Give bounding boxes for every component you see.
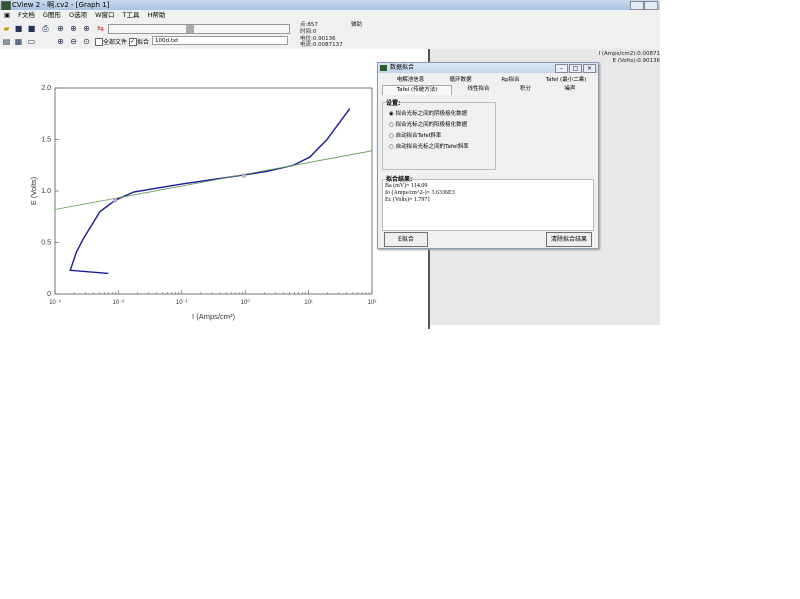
- title-bar: CView 2 - 啊.cv2 - [Graph 1]: [0, 0, 660, 11]
- x-tick-label: 10²: [368, 300, 377, 306]
- y-tick-label: 1.0: [41, 188, 51, 195]
- menu-doc-icon: ▣: [4, 11, 11, 19]
- x-tick-label: 10⁰: [241, 299, 251, 306]
- y-axis-label: E (Volts): [29, 176, 38, 205]
- settings-group: 设置: ◉ 拟合光标之间的阴极极化数据 ○ 拟合光标之间的阳极极化数据 ○ 自动拟合…: [382, 98, 496, 170]
- data-series-line: [69, 108, 351, 275]
- polarization-chart: 10⁻³ 10⁻² 10⁻¹ 10⁰ 10¹ 10² 0 0.5 1.0 1.5 2.0 I (Amp…: [29, 85, 377, 321]
- tab-tafel-least-squares[interactable]: Tafel (最小二乘): [536, 76, 596, 85]
- menu-graph[interactable]: G图形: [43, 10, 61, 21]
- window-icon[interactable]: ▭: [27, 37, 36, 46]
- y-tick-label: 0.5: [41, 240, 51, 247]
- file-select[interactable]: 100d.txt: [152, 36, 288, 45]
- print-icon[interactable]: ⎙: [41, 24, 50, 33]
- fit-option-radio[interactable]: ○ 拟合光标之间的阳极极化数据: [383, 120, 495, 131]
- dialog-icon: [380, 65, 387, 71]
- zoom-icon[interactable]: ⊕: [69, 24, 78, 33]
- radio-icon: ◉: [389, 111, 394, 117]
- toolbar: ▰ ■ ■ ⎙ ⊕ ⊕ ⊕ ▤ ▦ ▭ ⊕ ⊖ ⊙ ⇆ 全部文件 ✓ 拟合 10…: [0, 21, 660, 50]
- results-text[interactable]: Ba (mV)= 114.09 Io (Amps/cm^2-)= 3.6336E…: [383, 180, 593, 207]
- zoom-icon[interactable]: ⊕: [82, 24, 91, 33]
- tab-integral[interactable]: 积分: [508, 85, 543, 94]
- cursor-e-readout: E (Volts):0.90136: [612, 58, 660, 64]
- menu-tools[interactable]: T工具: [123, 10, 140, 21]
- tab-tafel-traditional[interactable]: Tafel (传统方法): [382, 85, 452, 95]
- open-icon[interactable]: ▰: [2, 24, 11, 33]
- aux-readout: 辅助: [351, 22, 363, 28]
- result-io: Io (Amps/cm^2-)= 3.6336E3: [385, 190, 455, 196]
- clear-fit-button[interactable]: 清除拟合结果: [546, 232, 592, 247]
- result-ec: Ec (Volts)= 1.7971: [385, 197, 431, 203]
- x-tick-label: 10⁻¹: [176, 300, 188, 306]
- refresh-icon[interactable]: ⇆: [96, 24, 105, 33]
- radio-icon: ○: [389, 144, 394, 150]
- plot-frame: [54, 87, 373, 295]
- time-readout: 时间:0: [300, 29, 317, 35]
- fit-checkbox[interactable]: ✓: [129, 38, 137, 46]
- data-fit-dialog: 数据拟合 – □ × 电解池信息 循环数据 Rp拟合 Tafel (最小二乘) …: [377, 62, 599, 249]
- zoom-icon[interactable]: ⊕: [56, 24, 65, 33]
- fit-option-radio[interactable]: ○ 自动拟合Tafel斜率: [383, 131, 495, 142]
- x-tick-label: 10⁻³: [49, 300, 61, 306]
- zoom-reset-icon[interactable]: ⊙: [82, 37, 91, 46]
- fit-option-radio[interactable]: ◉ 拟合光标之间的阴极极化数据: [383, 109, 495, 120]
- save-icon[interactable]: ■: [14, 24, 23, 33]
- menu-options[interactable]: O选项: [69, 10, 87, 21]
- save-as-icon[interactable]: ■: [27, 24, 36, 33]
- scrollbar-thumb[interactable]: [186, 25, 194, 33]
- tab-rp-fit[interactable]: Rp拟合: [488, 76, 533, 85]
- data-scrollbar[interactable]: [108, 24, 290, 34]
- fit-cursor-marker: [241, 173, 247, 178]
- settings-label: 设置:: [386, 98, 401, 107]
- dialog-maximize-button[interactable]: □: [569, 64, 582, 73]
- minimize-button[interactable]: [630, 1, 644, 10]
- result-ba: Ba (mV)= 114.09: [385, 183, 428, 189]
- menu-help[interactable]: H帮助: [148, 10, 166, 21]
- tafel-fit-line: [55, 150, 372, 210]
- y-tick-label: 2.0: [41, 85, 51, 92]
- radio-icon: ○: [389, 122, 394, 128]
- graph-window: 10⁻³ 10⁻² 10⁻¹ 10⁰ 10¹ 10² 0 0.5 1.0 1.5 2.0 I (Amp…: [0, 49, 430, 329]
- dialog-minimize-button[interactable]: –: [555, 64, 568, 73]
- zoom-out-icon[interactable]: ⊖: [69, 37, 78, 46]
- menu-file[interactable]: F文档: [18, 10, 35, 21]
- all-files-label: 全部文件: [103, 39, 128, 46]
- fit-option-label: 拟合光标之间的阳极极化数据: [395, 122, 468, 128]
- tab-linear-fit[interactable]: 线性拟合: [456, 85, 501, 94]
- tab-noise[interactable]: 噪声: [550, 85, 590, 94]
- cursor-i-readout: I (Amps/cm2):0.00871: [598, 51, 660, 57]
- zoom-in-icon[interactable]: ⊕: [56, 37, 65, 46]
- fit-option-radio[interactable]: ○ 自动拟合光标之间的Tafel斜率: [383, 142, 495, 153]
- tab-cell-info[interactable]: 电解池信息: [388, 76, 433, 85]
- y-tick-label: 0: [47, 291, 51, 298]
- fit-option-label: 拟合光标之间的阴极极化数据: [395, 111, 468, 117]
- y-tick-label: 1.5: [41, 137, 51, 144]
- point-readout: 点:857: [300, 22, 318, 28]
- all-files-checkbox[interactable]: [95, 38, 103, 46]
- fit-option-label: 自动拟合光标之间的Tafel斜率: [395, 144, 469, 150]
- menu-window[interactable]: W窗口: [95, 10, 114, 21]
- fit-button[interactable]: E拟合: [384, 232, 428, 247]
- table-icon[interactable]: ▦: [14, 37, 23, 46]
- radio-icon: ○: [389, 133, 394, 139]
- fit-label: 拟合: [137, 39, 150, 46]
- print-preview-icon[interactable]: ▤: [2, 37, 11, 46]
- dialog-title-bar: 数据拟合 – □ ×: [378, 63, 598, 73]
- x-tick-label: 10¹: [304, 300, 313, 306]
- restore-button[interactable]: [644, 1, 658, 10]
- dialog-close-button[interactable]: ×: [583, 64, 596, 73]
- tab-cycle-data[interactable]: 循环数据: [438, 76, 483, 85]
- menu-bar: ▣ F文档 G图形 O选项 W窗口 T工具 H帮助: [0, 10, 660, 21]
- x-axis-label: I (Amps/cm²): [192, 312, 235, 321]
- x-tick-label: 10⁻²: [112, 300, 124, 306]
- file-select-value: 100d.txt: [155, 38, 179, 44]
- current-readout: 电流:0.0087137: [300, 42, 343, 48]
- dialog-title: 数据拟合: [390, 64, 415, 71]
- fit-cursor-marker: [113, 198, 118, 203]
- results-label: 拟合结果:: [386, 174, 413, 183]
- fit-option-label: 自动拟合Tafel斜率: [395, 133, 442, 139]
- window-title: CView 2 - 啊.cv2 - [Graph 1]: [12, 1, 110, 9]
- results-group: 拟合结果: Ba (mV)= 114.09 Io (Amps/cm^2-)= 3…: [382, 174, 594, 231]
